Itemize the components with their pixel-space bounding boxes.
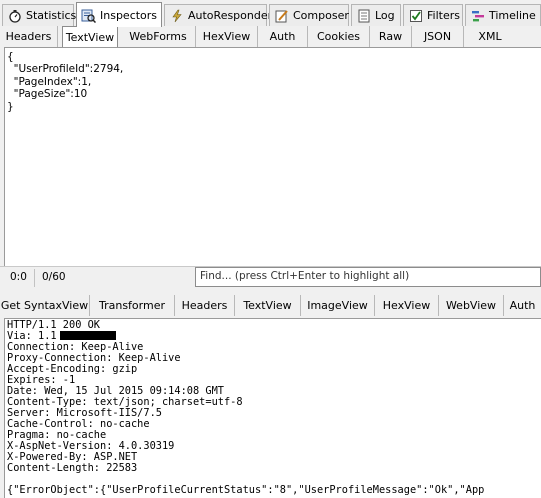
tab-inspectors[interactable]: Inspectors <box>76 2 162 27</box>
timeline-icon <box>470 8 485 23</box>
request-tab-raw[interactable]: Raw <box>370 26 412 47</box>
response-tab-imageview[interactable]: ImageView <box>301 295 375 316</box>
request-tab-headers[interactable]: Headers <box>0 26 58 47</box>
request-body-textarea[interactable]: { "UserProfileId":2794, "PageIndex":1, "… <box>4 47 541 266</box>
tab-label: Statistics <box>26 9 77 22</box>
request-tab-json[interactable]: JSON <box>412 26 464 47</box>
tab-statistics[interactable]: Statistics <box>2 4 77 26</box>
request-tab-bar: Headers TextView WebForms HexView Auth C… <box>0 26 541 47</box>
response-tab-bar: Get SyntaxView Transformer Headers TextV… <box>0 295 541 316</box>
response-text: HTTP/1.1 200 OK Via: 1.1 Connection: Kee… <box>5 319 541 497</box>
request-tab-webforms[interactable]: WebForms <box>121 26 196 47</box>
lightning-icon <box>169 8 184 23</box>
composer-icon <box>274 8 289 23</box>
response-raw-view[interactable]: HTTP/1.1 200 OK Via: 1.1 Connection: Kee… <box>4 318 541 498</box>
tab-label: Composer <box>293 9 349 22</box>
checkbox-icon <box>408 8 423 23</box>
text-length: 0/60 <box>42 271 66 283</box>
tab-timeline[interactable]: Timeline <box>465 4 541 26</box>
status-separator <box>34 269 35 287</box>
request-body-text: { "UserProfileId":2794, "PageIndex":1, "… <box>7 51 124 113</box>
request-tab-auth[interactable]: Auth <box>258 26 308 47</box>
response-tab-get-syntaxview[interactable]: Get SyntaxView <box>0 295 90 316</box>
inspectors-icon <box>81 8 96 23</box>
find-input[interactable]: Find... (press Ctrl+Enter to highlight a… <box>195 267 541 287</box>
request-tab-xml[interactable]: XML <box>464 26 516 47</box>
main-tab-bar: Statistics Inspectors AutoResponder Comp… <box>0 0 541 28</box>
pane-splitter[interactable] <box>0 289 541 294</box>
response-tab-textview[interactable]: TextView <box>235 295 301 316</box>
tab-label: Filters <box>427 9 460 22</box>
header-line: Content-Length: 22583 <box>7 462 138 474</box>
tab-label: Inspectors <box>100 8 158 22</box>
response-tab-transformer[interactable]: Transformer <box>90 295 175 316</box>
request-tab-hexview[interactable]: HexView <box>196 26 258 47</box>
stopwatch-icon <box>7 8 22 23</box>
response-tab-hexview[interactable]: HexView <box>375 295 439 316</box>
tab-log[interactable]: Log <box>351 4 401 26</box>
find-placeholder: Find... (press Ctrl+Enter to highlight a… <box>200 270 410 282</box>
caret-position: 0:0 <box>10 271 27 283</box>
response-tab-auth[interactable]: Auth <box>504 295 541 316</box>
redacted-block <box>59 331 116 340</box>
response-tab-headers[interactable]: Headers <box>175 295 235 316</box>
log-icon <box>356 8 371 23</box>
response-body-line: {"ErrorObject":{"UserProfileCurrentStatu… <box>7 484 485 496</box>
response-tab-webview[interactable]: WebView <box>439 295 504 316</box>
request-tab-cookies[interactable]: Cookies <box>308 26 370 47</box>
tab-label: Timeline <box>489 9 536 22</box>
request-tab-textview[interactable]: TextView <box>62 26 118 47</box>
tab-label: Log <box>375 9 395 22</box>
tab-autoresponder[interactable]: AutoResponder <box>164 4 272 26</box>
tab-filters[interactable]: Filters <box>403 4 463 26</box>
tab-composer[interactable]: Composer <box>269 4 349 26</box>
tab-label: AutoResponder <box>188 9 273 22</box>
